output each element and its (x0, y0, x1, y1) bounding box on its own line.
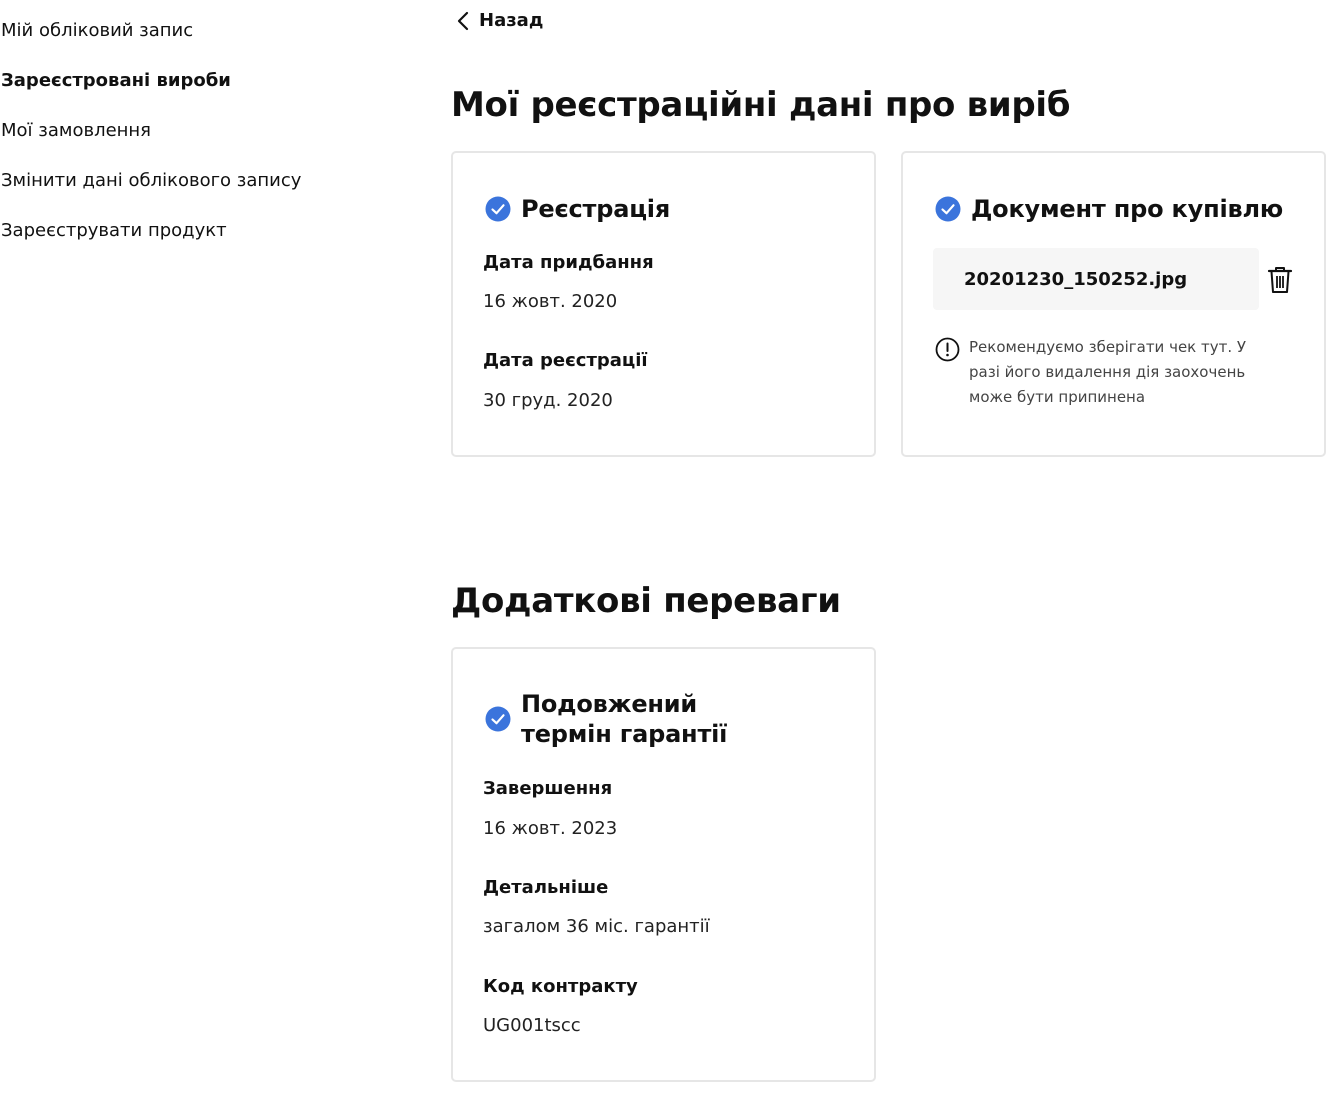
registration-card-header: Реєстрація (485, 194, 670, 224)
sidebar-item-registered-products[interactable]: Зареєстровані вироби (1, 69, 231, 93)
warranty-details-value: загалом 36 міс. гарантії (483, 916, 710, 937)
purchase-date-label: Дата придбання (483, 252, 654, 273)
contract-code-label: Код контракту (483, 976, 638, 997)
back-link[interactable]: Назад (456, 9, 543, 33)
receipt-note-text: Рекомендуємо зберігати чек тут. У разі й… (969, 338, 1247, 406)
page: Мій обліковий запис Зареєстровані вироби… (0, 0, 1334, 1098)
delete-file-button[interactable] (1267, 266, 1293, 294)
purchase-document-card-header: Документ про купівлю (935, 194, 1283, 224)
chevron-left-icon (456, 11, 470, 31)
page-title: Мої реєстраційні дані про виріб (451, 85, 1071, 125)
warranty-end-value: 16 жовт. 2023 (483, 818, 618, 839)
check-circle-icon (485, 196, 511, 222)
extended-warranty-card-title: Подовжений термін гарантії (521, 690, 728, 748)
file-name: 20201230_150252.jpg (964, 268, 1188, 290)
sidebar-item-my-orders[interactable]: Мої замовлення (1, 119, 151, 143)
registration-date-value: 30 груд. 2020 (483, 390, 613, 411)
purchase-date-value: 16 жовт. 2020 (483, 291, 618, 312)
contract-code-value: UG001tscc (483, 1015, 581, 1036)
registration-card: Реєстрація Дата придбання 16 жовт. 2020 … (451, 151, 876, 457)
check-circle-icon (485, 706, 511, 732)
sidebar-item-my-account[interactable]: Мій обліковий запис (1, 19, 193, 43)
exclamation-circle-icon (935, 337, 960, 410)
receipt-note: Рекомендуємо зберігати чек тут. У разі й… (935, 335, 1275, 410)
sidebar-item-register-product[interactable]: Зареєструвати продукт (1, 219, 227, 243)
extended-warranty-card-header: Подовжений термін гарантії (485, 689, 791, 749)
extended-warranty-card: Подовжений термін гарантії Завершення 16… (451, 647, 876, 1082)
warranty-end-label: Завершення (483, 778, 613, 799)
back-label: Назад (479, 10, 544, 31)
benefits-title: Додаткові переваги (451, 581, 841, 621)
trash-icon (1267, 267, 1293, 298)
uploaded-file[interactable]: 20201230_150252.jpg (933, 248, 1259, 310)
purchase-document-card: Документ про купівлю 20201230_150252.jpg (901, 151, 1326, 457)
registration-card-title: Реєстрація (521, 195, 671, 223)
sidebar-item-edit-account[interactable]: Змінити дані облікового запису (1, 169, 301, 193)
registration-date-label: Дата реєстрації (483, 350, 648, 371)
check-circle-icon (935, 196, 961, 222)
warranty-details-label: Детальніше (483, 877, 609, 898)
purchase-document-card-title: Документ про купівлю (971, 195, 1283, 223)
